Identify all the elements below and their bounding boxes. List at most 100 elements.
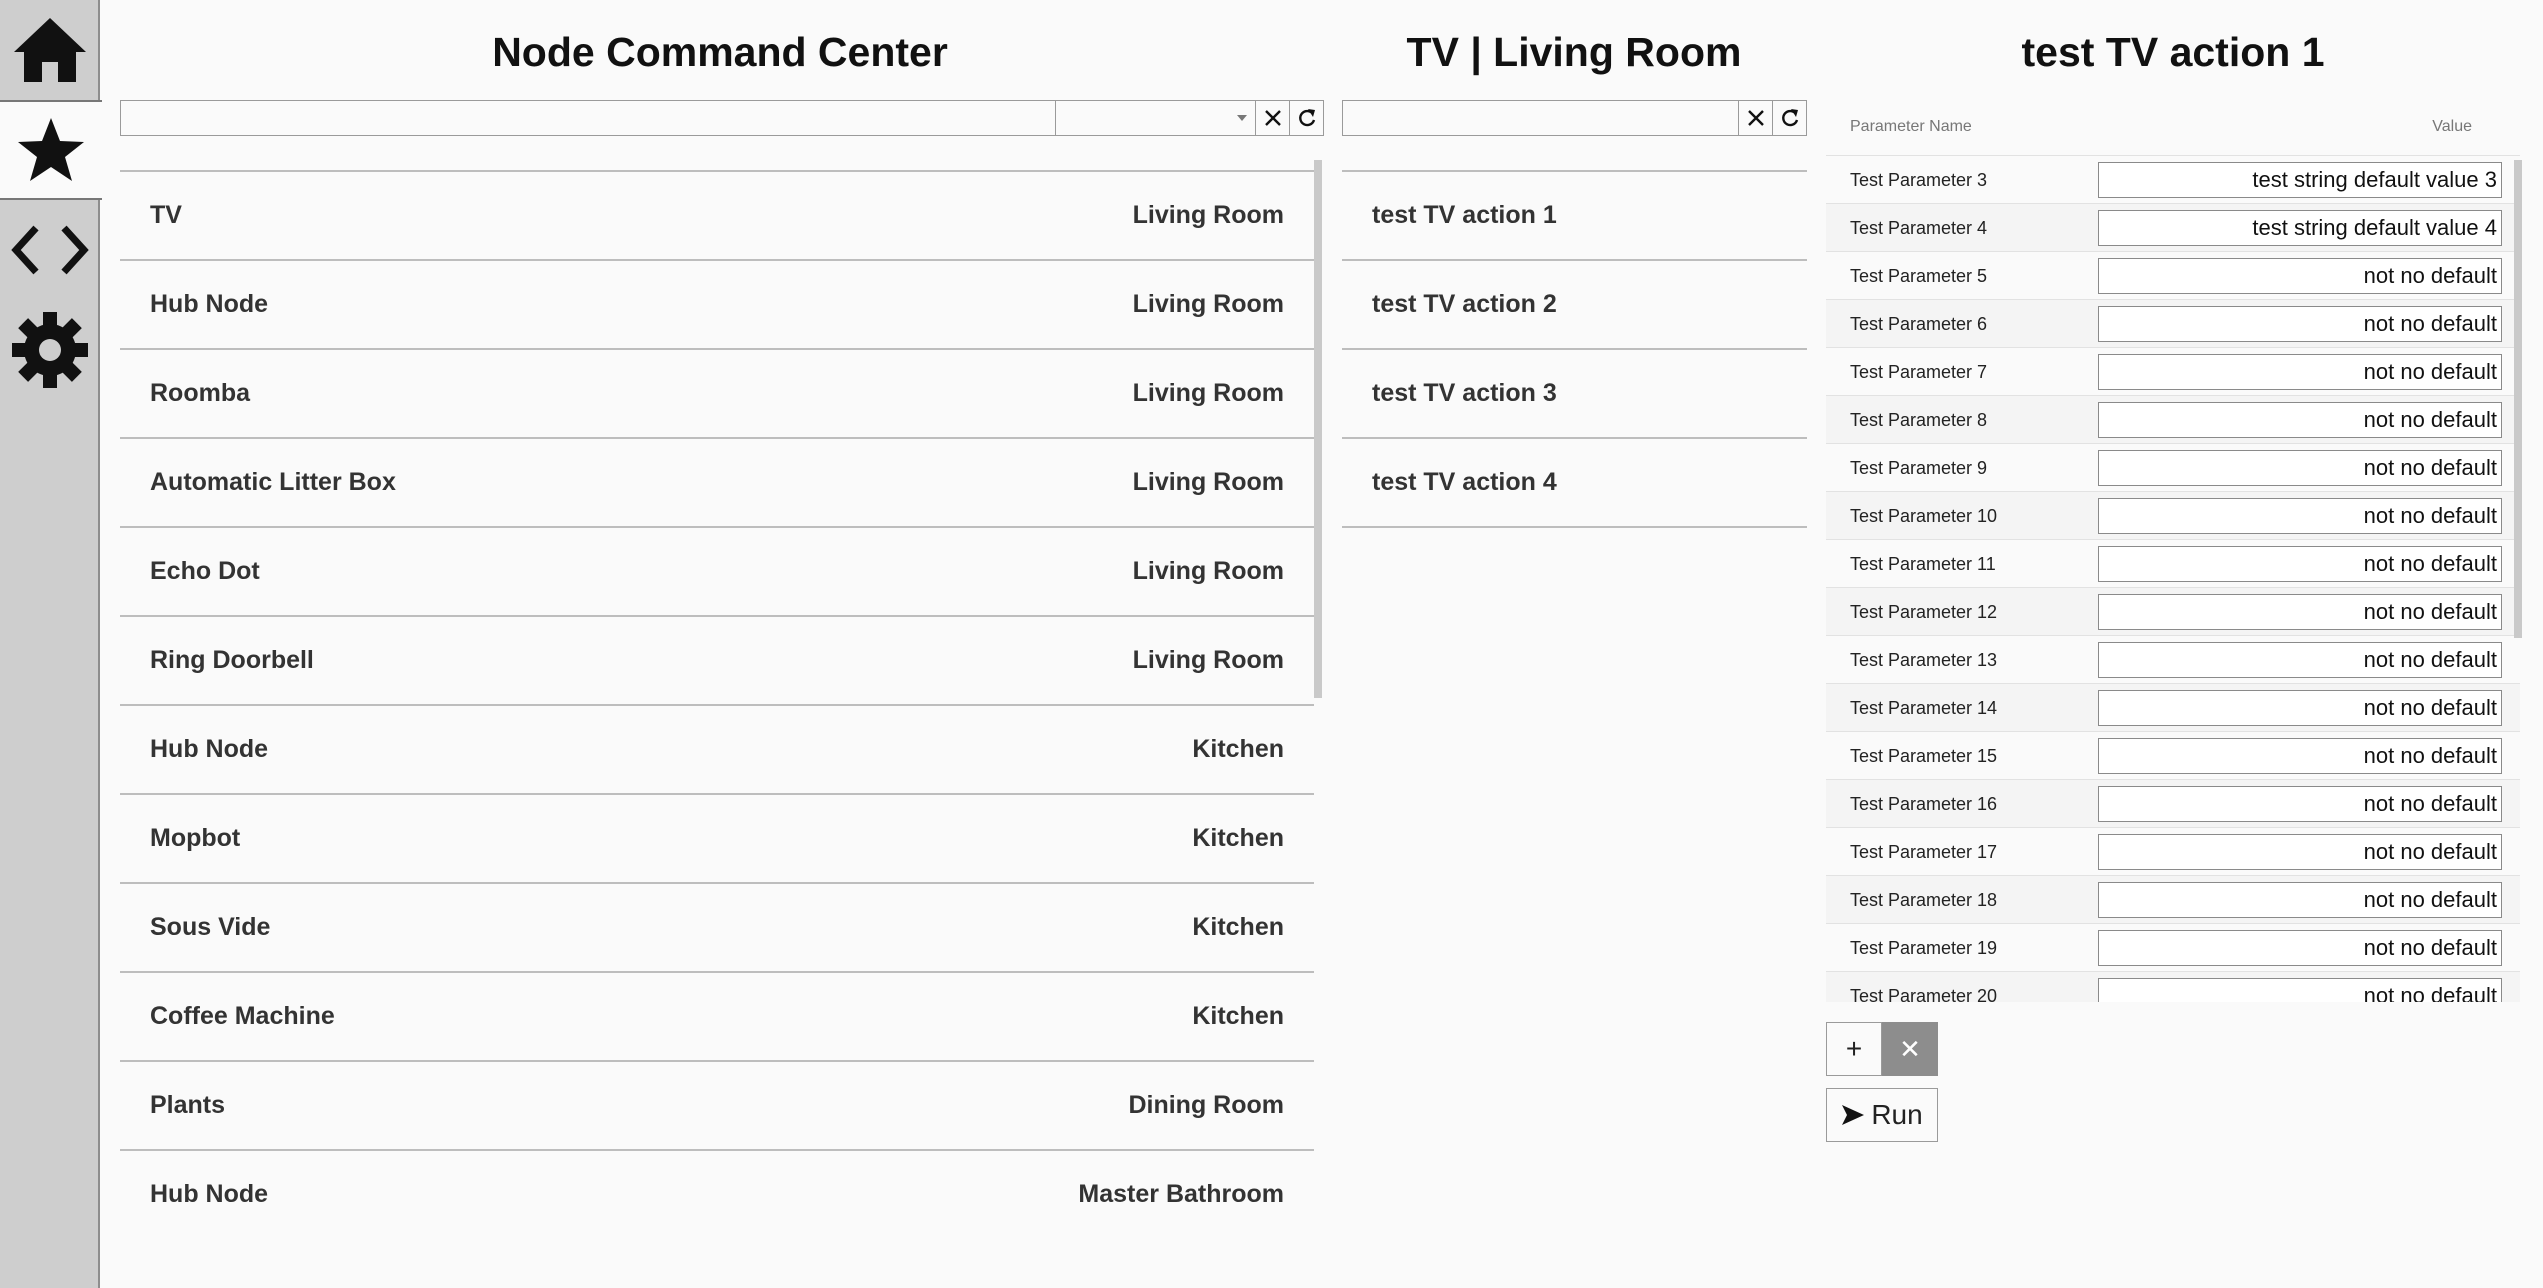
node-name: Hub Node xyxy=(150,735,269,763)
parameter-name: Test Parameter 9 xyxy=(1850,458,1988,478)
node-name: Coffee Machine xyxy=(150,1002,335,1030)
parameter-name: Test Parameter 20 xyxy=(1850,986,1998,1002)
parameter-value-input[interactable] xyxy=(2098,882,2502,918)
node-list-item[interactable]: Coffee Machine Kitchen xyxy=(120,973,1314,1062)
home-icon xyxy=(14,18,86,82)
node-list-item[interactable]: TV Living Room xyxy=(120,172,1314,261)
node-list-item[interactable]: Automatic Litter Box Living Room xyxy=(120,439,1314,528)
node-list-item[interactable]: Echo Dot Living Room xyxy=(120,528,1314,617)
nodes-clear-button[interactable] xyxy=(1256,100,1290,136)
remove-parameter-button[interactable]: ✕ xyxy=(1882,1022,1938,1076)
node-name: Sous Vide xyxy=(150,913,271,941)
node-name: Mopbot xyxy=(150,824,241,852)
parameter-value-input[interactable] xyxy=(2098,498,2502,534)
add-parameter-button[interactable]: + xyxy=(1826,1022,1882,1076)
parameter-value-input[interactable] xyxy=(2098,642,2502,678)
node-room: Living Room xyxy=(1132,290,1284,318)
parameter-value-input[interactable] xyxy=(2098,594,2502,630)
parameter-name: Test Parameter 18 xyxy=(1850,890,1998,910)
nodes-refresh-button[interactable] xyxy=(1290,100,1324,136)
parameter-value-input[interactable] xyxy=(2098,978,2502,1002)
parameter-row: Test Parameter 14 xyxy=(1826,684,2520,732)
actions-list: test TV action 1 test TV action 2 test TV … xyxy=(1342,170,1807,570)
parameter-value-input[interactable] xyxy=(2098,834,2502,870)
parameter-value-input[interactable] xyxy=(2098,354,2502,390)
parameter-name: Test Parameter 12 xyxy=(1850,602,1998,622)
node-room: Living Room xyxy=(1132,201,1284,229)
node-list-item[interactable]: Ring Doorbell Living Room xyxy=(120,617,1314,706)
parameter-name: Test Parameter 8 xyxy=(1850,410,1988,430)
node-room: Kitchen xyxy=(1192,1002,1284,1030)
node-list-item[interactable]: Hub Node Living Room xyxy=(120,261,1314,350)
parameter-value-input[interactable] xyxy=(2098,162,2502,198)
node-room: Dining Room xyxy=(1128,1091,1284,1119)
parameter-row: Test Parameter 6 xyxy=(1826,300,2520,348)
node-room: Kitchen xyxy=(1192,735,1284,763)
parameter-name: Test Parameter 14 xyxy=(1850,698,1998,718)
close-icon xyxy=(1747,110,1764,126)
action-list-item[interactable]: test TV action 3 xyxy=(1342,350,1807,439)
parameter-value-input[interactable] xyxy=(2098,690,2502,726)
room-filter-select[interactable] xyxy=(1056,100,1256,136)
nodes-search-input[interactable] xyxy=(120,100,1056,136)
node-room: Living Room xyxy=(1132,379,1284,407)
parameter-row: Test Parameter 15 xyxy=(1826,732,2520,780)
node-room: Living Room xyxy=(1132,646,1284,674)
sidebar-item-settings[interactable] xyxy=(0,300,100,400)
node-name: Echo Dot xyxy=(150,557,260,585)
node-name: Automatic Litter Box xyxy=(150,468,396,496)
parameter-row: Test Parameter 11 xyxy=(1826,540,2520,588)
node-name: Roomba xyxy=(150,379,250,407)
node-list-item[interactable]: Sous Vide Kitchen xyxy=(120,884,1314,973)
parameter-row: Test Parameter 4 xyxy=(1826,204,2520,252)
parameter-row: Test Parameter 9 xyxy=(1826,444,2520,492)
node-list-item[interactable]: Hub Node Master Bathroom xyxy=(120,1151,1314,1202)
parameter-value-input[interactable] xyxy=(2098,786,2502,822)
gear-icon xyxy=(12,312,88,388)
node-name: Hub Node xyxy=(150,290,269,318)
node-name: Ring Doorbell xyxy=(150,646,314,674)
parameter-value-input[interactable] xyxy=(2098,258,2502,294)
parameter-name: Test Parameter 19 xyxy=(1850,938,1998,958)
action-list-item[interactable]: test TV action 1 xyxy=(1342,172,1807,261)
run-button[interactable]: Run xyxy=(1826,1088,1938,1142)
parameter-value-input[interactable] xyxy=(2098,402,2502,438)
sidebar-item-home[interactable] xyxy=(0,0,100,100)
action-list-item[interactable]: test TV action 2 xyxy=(1342,261,1807,350)
parameter-row: Test Parameter 20 xyxy=(1826,972,2520,1002)
nodes-list: TV Living Room Hub Node Living Room Roomba Li… xyxy=(120,170,1314,1202)
parameter-value-input[interactable] xyxy=(2098,210,2502,246)
parameter-row: Test Parameter 18 xyxy=(1826,876,2520,924)
action-name: test TV action 2 xyxy=(1372,290,1557,318)
parameter-name: Test Parameter 7 xyxy=(1850,362,1988,382)
parameter-name: Test Parameter 17 xyxy=(1850,842,1998,862)
parameter-value-input[interactable] xyxy=(2098,738,2502,774)
parameter-value-input[interactable] xyxy=(2098,546,2502,582)
sidebar-item-code[interactable] xyxy=(0,200,100,300)
parameter-value-input[interactable] xyxy=(2098,930,2502,966)
parameters-scrollbar[interactable] xyxy=(2514,160,2522,638)
actions-clear-button[interactable] xyxy=(1739,100,1773,136)
node-list-item[interactable]: Hub Node Kitchen xyxy=(120,706,1314,795)
node-list-item[interactable]: Roomba Living Room xyxy=(120,350,1314,439)
nodes-panel-title: Node Command Center xyxy=(492,29,948,75)
node-name: Hub Node xyxy=(150,1180,269,1202)
sidebar-item-favorites[interactable] xyxy=(0,100,102,200)
parameter-value-input[interactable] xyxy=(2098,450,2502,486)
node-list-item[interactable]: Plants Dining Room xyxy=(120,1062,1314,1151)
parameter-value-input[interactable] xyxy=(2098,306,2502,342)
actions-search-input[interactable] xyxy=(1342,100,1739,136)
parameter-name: Test Parameter 6 xyxy=(1850,314,1988,334)
actions-refresh-button[interactable] xyxy=(1773,100,1807,136)
actions-panel-title: TV | Living Room xyxy=(1406,29,1742,75)
parameter-name: Test Parameter 5 xyxy=(1850,266,1988,286)
run-button-label: Run xyxy=(1871,1099,1923,1130)
parameter-row: Test Parameter 3 xyxy=(1826,156,2520,204)
node-list-item[interactable]: Mopbot Kitchen xyxy=(120,795,1314,884)
plus-icon: + xyxy=(1845,1033,1863,1064)
actions-search-bar xyxy=(1342,100,1807,136)
node-room: Living Room xyxy=(1132,557,1284,585)
action-list-item[interactable]: test TV action 4 xyxy=(1342,439,1807,528)
parameter-name: Test Parameter 10 xyxy=(1850,506,1998,526)
nodes-list-scrollbar[interactable] xyxy=(1314,160,1322,698)
